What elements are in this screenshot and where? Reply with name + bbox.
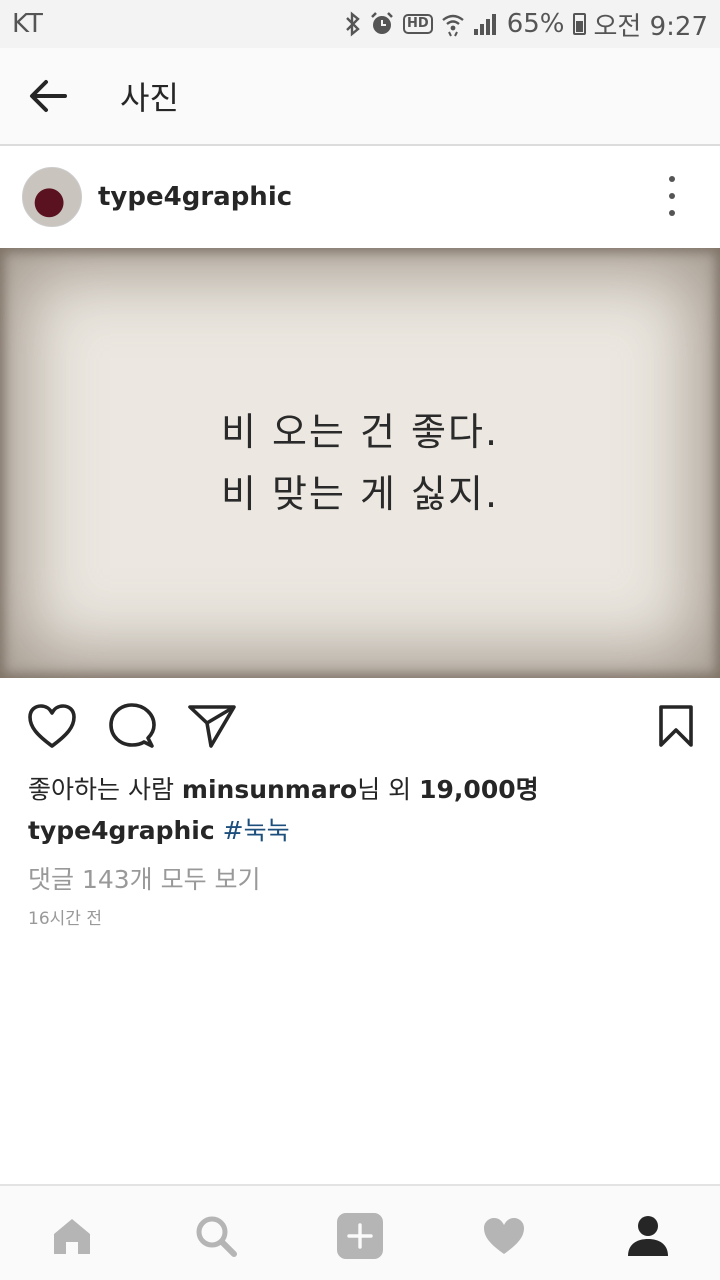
- back-arrow-icon: [30, 80, 67, 112]
- likes-prefix: 좋아하는 사람: [28, 775, 182, 804]
- nav-add[interactable]: [336, 1212, 384, 1260]
- bottom-navigation: [0, 1184, 720, 1280]
- post-timestamp: 16시간 전: [28, 909, 102, 929]
- status-bar: KT HD 65% 오전 9:27: [0, 0, 720, 48]
- image-text-line-2: 비 맞는 게 싫지.: [220, 472, 500, 516]
- share-button[interactable]: [186, 702, 238, 750]
- more-dot-icon: [669, 210, 675, 216]
- image-text-line-1: 비 오는 건 좋다.: [220, 410, 500, 454]
- post-username[interactable]: type4graphic: [98, 182, 292, 212]
- heart-icon: [484, 1218, 524, 1254]
- search-icon: [196, 1216, 237, 1257]
- alarm-icon: [369, 11, 395, 37]
- likes-middle: 님 외: [357, 775, 420, 804]
- caption-username[interactable]: type4graphic: [28, 816, 215, 845]
- battery-icon: [572, 13, 586, 35]
- bookmark-icon: [659, 705, 693, 747]
- view-all-comments-link[interactable]: 댓글 143개 모두 보기: [28, 860, 261, 896]
- wifi-icon: [441, 11, 465, 37]
- likes-line[interactable]: 좋아하는 사람 minsunmaro님 외 19,000명: [28, 770, 539, 806]
- like-button[interactable]: [26, 702, 78, 750]
- avatar[interactable]: [22, 167, 82, 227]
- heart-outline-icon: [28, 704, 76, 748]
- nav-home[interactable]: [48, 1212, 96, 1260]
- post-actions: [0, 680, 720, 770]
- nav-activity[interactable]: [480, 1212, 528, 1260]
- instagram-photo-screen: KT HD 65% 오전 9:27 사진 type4graphic 비 오는 건…: [0, 0, 720, 1280]
- post-image[interactable]: 비 오는 건 좋다. 비 맞는 게 싫지.: [0, 248, 720, 678]
- battery-percent: 65%: [506, 9, 565, 39]
- nav-search[interactable]: [192, 1212, 240, 1260]
- more-dot-icon: [669, 193, 675, 199]
- signal-icon: [473, 12, 499, 36]
- post-header: type4graphic: [0, 146, 720, 248]
- more-options-button[interactable]: [660, 176, 684, 216]
- hd-icon: HD: [403, 14, 433, 34]
- clock: 오전 9:27: [593, 11, 709, 42]
- comment-button[interactable]: [106, 702, 158, 750]
- carrier-label: KT: [12, 9, 43, 39]
- home-icon: [54, 1219, 90, 1254]
- send-icon: [188, 705, 236, 748]
- page-title: 사진: [120, 79, 179, 117]
- caption: type4graphic #눅눅: [28, 811, 290, 847]
- nav-profile[interactable]: [624, 1212, 672, 1260]
- caption-hashtag[interactable]: #눅눅: [223, 816, 290, 845]
- comment-bubble-icon: [109, 703, 156, 748]
- save-button[interactable]: [650, 702, 702, 750]
- more-dot-icon: [669, 176, 675, 182]
- bluetooth-icon: [345, 11, 361, 37]
- liker-username[interactable]: minsunmaro: [182, 775, 357, 804]
- status-icons: HD 65% 오전 9:27: [345, 6, 708, 43]
- back-button[interactable]: [0, 47, 96, 145]
- add-icon: [337, 1213, 383, 1259]
- app-header: 사진: [0, 48, 720, 146]
- profile-icon: [628, 1216, 668, 1256]
- likes-count[interactable]: 19,000명: [419, 775, 538, 804]
